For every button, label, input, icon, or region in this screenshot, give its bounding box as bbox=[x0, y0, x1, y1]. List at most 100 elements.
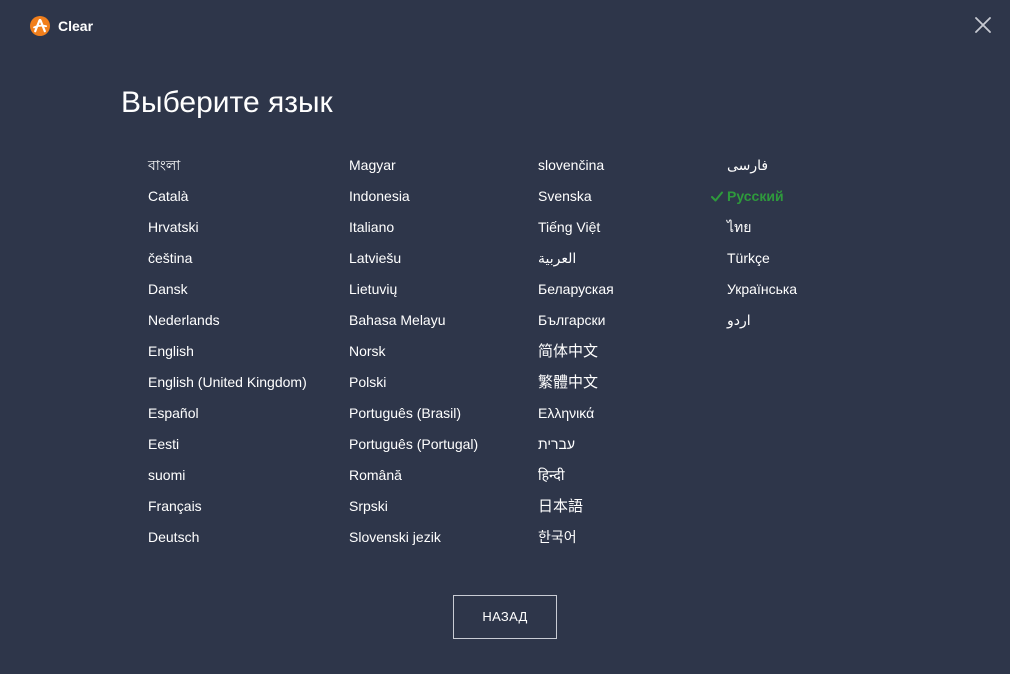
language-option-label: Português (Brasil) bbox=[349, 405, 462, 421]
language-option[interactable]: Português (Brasil) bbox=[349, 398, 478, 429]
language-option-label: Português (Portugal) bbox=[349, 436, 479, 452]
language-option[interactable]: Nederlands bbox=[148, 305, 307, 336]
language-option-label: Polski bbox=[349, 374, 387, 390]
language-option-label: ไทย bbox=[727, 219, 752, 235]
language-option[interactable]: Dansk bbox=[148, 274, 307, 305]
language-option[interactable]: हिन्दी bbox=[538, 460, 614, 491]
language-option[interactable]: Türkçe bbox=[727, 243, 797, 274]
language-option[interactable]: עברית bbox=[538, 429, 614, 460]
language-option-label: Norsk bbox=[349, 343, 386, 359]
language-option-label: English (United Kingdom) bbox=[148, 374, 307, 390]
language-option[interactable]: Ελληνικά bbox=[538, 398, 614, 429]
language-option-label: Türkçe bbox=[727, 250, 770, 266]
language-option[interactable]: বাংলা bbox=[148, 150, 307, 181]
language-option[interactable]: Slovenski jezik bbox=[349, 522, 478, 553]
language-option-label: Français bbox=[148, 498, 202, 514]
language-option-label: Magyar bbox=[349, 157, 396, 173]
title-bar: Clear bbox=[0, 0, 1010, 52]
language-option-label: Українська bbox=[727, 281, 798, 297]
language-option-label: Ελληνικά bbox=[538, 405, 595, 421]
check-icon bbox=[711, 191, 723, 202]
language-option-selected[interactable]: Русский bbox=[711, 181, 797, 212]
language-option[interactable]: العربية bbox=[538, 243, 614, 274]
language-option-label: Svenska bbox=[538, 188, 592, 204]
language-option-label: slovenčina bbox=[538, 157, 605, 173]
language-option[interactable]: Norsk bbox=[349, 336, 478, 367]
language-option[interactable]: 日本語 bbox=[538, 491, 614, 522]
language-option-label: فارسی bbox=[727, 157, 769, 173]
language-option-label: 日本語 bbox=[538, 498, 584, 515]
close-button[interactable] bbox=[970, 12, 996, 38]
language-option[interactable]: Română bbox=[349, 460, 478, 491]
language-option-label: čeština bbox=[148, 250, 193, 266]
language-option[interactable]: Hrvatski bbox=[148, 212, 307, 243]
page-title: Выберите язык bbox=[121, 86, 333, 119]
language-option-label: 한국어 bbox=[538, 529, 577, 545]
app-title: Clear bbox=[58, 18, 94, 34]
language-option[interactable]: فارسی bbox=[727, 150, 797, 181]
language-option[interactable]: Tiếng Việt bbox=[538, 212, 614, 243]
language-option-label: हिन्दी bbox=[538, 467, 565, 483]
language-option-label: Nederlands bbox=[148, 312, 220, 328]
language-option-label: English bbox=[148, 343, 194, 359]
language-option-label: Беларуская bbox=[538, 281, 614, 297]
avast-logo-icon bbox=[30, 16, 50, 36]
language-option[interactable]: Polski bbox=[349, 367, 478, 398]
language-option-label: Srpski bbox=[349, 498, 388, 514]
back-button[interactable]: НАЗАД bbox=[453, 595, 557, 639]
language-option[interactable]: slovenčina bbox=[538, 150, 614, 181]
language-option[interactable]: 한국어 bbox=[538, 522, 614, 553]
language-option[interactable]: Lietuvių bbox=[349, 274, 478, 305]
language-option-label: Русский bbox=[727, 188, 784, 204]
language-option[interactable]: Eesti bbox=[148, 429, 307, 460]
language-option-label: 简体中文 bbox=[538, 343, 599, 360]
language-column-3: slovenčina Svenska Tiếng Việt العربية Белару… bbox=[538, 150, 614, 553]
language-option-label: suomi bbox=[148, 467, 186, 483]
language-option[interactable]: Български bbox=[538, 305, 614, 336]
language-option-label: 繁體中文 bbox=[538, 374, 599, 391]
language-option-label: Español bbox=[148, 405, 199, 421]
language-option-label: Bahasa Melayu bbox=[349, 312, 446, 328]
language-option-label: Hrvatski bbox=[148, 219, 199, 235]
language-option[interactable]: suomi bbox=[148, 460, 307, 491]
language-column-4: فارسی Русский ไทย Türkçe Українська اردو bbox=[711, 150, 797, 336]
language-option-label: Deutsch bbox=[148, 529, 200, 545]
language-option[interactable]: 简体中文 bbox=[538, 336, 614, 367]
language-option[interactable]: Українська bbox=[727, 274, 797, 305]
language-option[interactable]: Italiano bbox=[349, 212, 478, 243]
language-option[interactable]: Català bbox=[148, 181, 307, 212]
language-option-label: Dansk bbox=[148, 281, 188, 297]
language-option-label: Latviešu bbox=[349, 250, 402, 266]
language-option[interactable]: English (United Kingdom) bbox=[148, 367, 307, 398]
language-option-label: Indonesia bbox=[349, 188, 410, 204]
language-column-1: বাংলা Català Hrvatski čeština Dansk Nederland… bbox=[148, 150, 307, 553]
language-option-label: العربية bbox=[538, 250, 577, 266]
language-option[interactable]: 繁體中文 bbox=[538, 367, 614, 398]
language-option[interactable]: English bbox=[148, 336, 307, 367]
language-option-label: Català bbox=[148, 188, 189, 204]
language-option-label: Tiếng Việt bbox=[538, 219, 601, 235]
language-option[interactable]: Srpski bbox=[349, 491, 478, 522]
language-option-label: اردو bbox=[727, 312, 751, 328]
language-option[interactable]: Français bbox=[148, 491, 307, 522]
language-option[interactable]: Беларуская bbox=[538, 274, 614, 305]
language-option[interactable]: Svenska bbox=[538, 181, 614, 212]
language-option-label: Eesti bbox=[148, 436, 180, 452]
language-option[interactable]: Bahasa Melayu bbox=[349, 305, 478, 336]
language-option[interactable]: Español bbox=[148, 398, 307, 429]
language-option[interactable]: اردو bbox=[727, 305, 797, 336]
language-option-label: Română bbox=[349, 467, 402, 483]
language-option-label: Lietuvių bbox=[349, 281, 398, 297]
language-option[interactable]: Latviešu bbox=[349, 243, 478, 274]
language-option[interactable]: ไทย bbox=[727, 212, 797, 243]
language-option[interactable]: Português (Portugal) bbox=[349, 429, 478, 460]
language-option-label: Slovenski jezik bbox=[349, 529, 441, 545]
language-option[interactable]: Magyar bbox=[349, 150, 478, 181]
language-option[interactable]: čeština bbox=[148, 243, 307, 274]
language-column-2: Magyar Indonesia Italiano Latviešu Lietuvių B… bbox=[349, 150, 478, 553]
language-option-label: עברית bbox=[538, 436, 576, 452]
close-icon bbox=[975, 17, 991, 33]
language-option-label: Italiano bbox=[349, 219, 395, 235]
language-option[interactable]: Deutsch bbox=[148, 522, 307, 553]
language-option[interactable]: Indonesia bbox=[349, 181, 478, 212]
